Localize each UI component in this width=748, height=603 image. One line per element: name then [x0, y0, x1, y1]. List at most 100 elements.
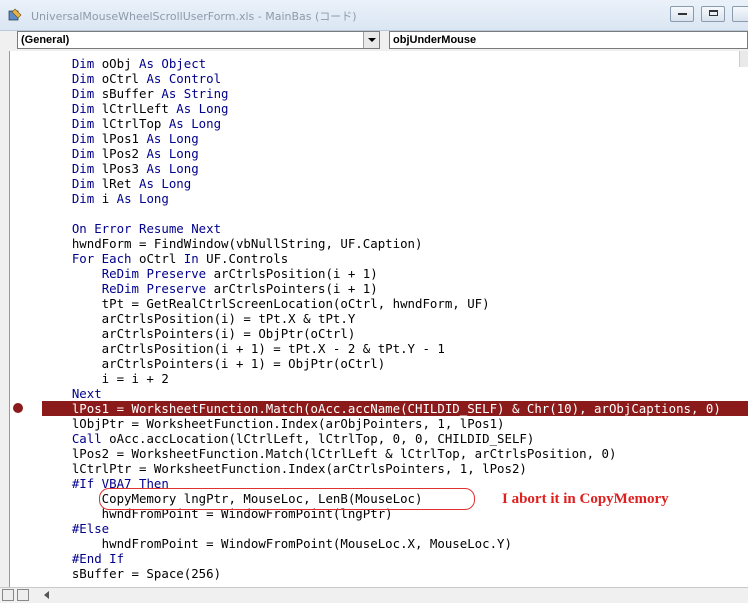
code-line[interactable]: lObjPtr = WorksheetFunction.Index(arObjP…	[42, 416, 505, 431]
scroll-left-icon[interactable]	[44, 591, 49, 599]
code-token: lPos3	[94, 161, 147, 176]
keyword-token: As Long	[146, 131, 199, 146]
code-token: lObjPtr = WorksheetFunction.Index(arObjP…	[42, 416, 505, 431]
code-line[interactable]: hwndFromPoint = WindowFromPoint(MouseLoc…	[42, 536, 512, 551]
code-line[interactable]: ReDim Preserve arCtrlsPosition(i + 1)	[42, 266, 378, 281]
chevron-down-icon[interactable]	[363, 32, 379, 48]
keyword-token: Dim	[71, 86, 95, 101]
object-combo-value: (General)	[21, 34, 70, 46]
keyword-token: As Long	[146, 161, 199, 176]
annotation-text: I abort it in CopyMemory	[502, 491, 669, 507]
code-token: lCtrlLeft	[94, 101, 177, 116]
bottom-bar	[0, 587, 748, 603]
procedure-view-button[interactable]	[2, 589, 14, 601]
minimize-icon	[678, 13, 687, 15]
code-line[interactable]: Dim lCtrlLeft As Long	[42, 101, 229, 116]
code-line[interactable]: Dim i As Long	[42, 191, 169, 206]
code-token: lCtrlTop	[94, 116, 169, 131]
code-token: lCtrlPtr = WorksheetFunction.Index(arCtr…	[42, 461, 527, 476]
keyword-token: Dim	[71, 101, 95, 116]
code-token: sBuffer	[94, 86, 162, 101]
code-line[interactable]: For Each oCtrl In UF.Controls	[42, 251, 288, 266]
code-line[interactable]: lPos1 = WorksheetFunction.Match(oAcc.acc…	[42, 401, 748, 416]
procedure-combo[interactable]: objUnderMouse	[389, 31, 748, 49]
vertical-scrollbar[interactable]	[739, 51, 748, 67]
code-line[interactable]: #Else	[42, 521, 109, 536]
code-line[interactable]: arCtrlsPointers(i + 1) = ObjPtr(oCtrl)	[42, 356, 385, 371]
code-line[interactable]: Dim oCtrl As Control	[42, 71, 221, 86]
code-token: UF.Controls	[198, 251, 289, 266]
keyword-token: As Long	[139, 176, 192, 191]
code-line[interactable]: tPt = GetRealCtrlScreenLocation(oCtrl, h…	[42, 296, 490, 311]
code-line[interactable]: i = i + 2	[42, 371, 169, 386]
maximize-icon	[709, 10, 718, 16]
close-button[interactable]	[732, 6, 748, 22]
code-line[interactable]: On Error Resume Next	[42, 221, 221, 236]
code-token: arCtrlsPosition(i + 1)	[206, 266, 378, 281]
minimize-button[interactable]	[670, 6, 694, 22]
code-token: i = i + 2	[42, 371, 169, 386]
code-line[interactable]: Dim lPos3 As Long	[42, 161, 199, 176]
code-line[interactable]: Dim lCtrlTop As Long	[42, 116, 221, 131]
code-token: lPos2	[94, 146, 147, 161]
keyword-token: Dim	[71, 191, 95, 206]
code-token: oCtrl	[131, 251, 184, 266]
full-module-view-button[interactable]	[17, 589, 29, 601]
keyword-token: As Long	[146, 146, 199, 161]
keyword-token: In	[183, 251, 199, 266]
breakpoint-icon[interactable]	[13, 403, 23, 413]
code-token: i	[94, 191, 117, 206]
keyword-token: Dim	[71, 56, 95, 71]
code-line[interactable]: lPos2 = WorksheetFunction.Match(lCtrlLef…	[42, 446, 617, 461]
window-title: UniversalMouseWheelScrollUserForm.xls - …	[31, 10, 357, 23]
code-token: oObj	[94, 56, 139, 71]
code-line[interactable]: sBuffer = Space(256)	[42, 566, 221, 581]
keyword-token: #End If	[71, 551, 125, 566]
code-token: sBuffer = Space(256)	[42, 566, 222, 581]
keyword-token: As Object	[139, 56, 207, 71]
annotation-highlight-box	[99, 488, 475, 510]
code-token: arCtrlsPointers(i + 1)	[206, 281, 378, 296]
keyword-token: Call	[71, 431, 102, 446]
procedure-combo-value: objUnderMouse	[393, 34, 477, 46]
keyword-token: Next	[71, 386, 102, 401]
keyword-token: Dim	[71, 71, 95, 86]
keyword-token: Dim	[71, 176, 95, 191]
code-line[interactable]: Dim lPos1 As Long	[42, 131, 199, 146]
vba-editor-icon	[8, 8, 22, 21]
code-line[interactable]: arCtrlsPosition(i + 1) = tPt.X - 2 & tPt…	[42, 341, 445, 356]
code-token: arCtrlsPointers(i + 1) = ObjPtr(oCtrl)	[42, 356, 386, 371]
code-line[interactable]: Dim oObj As Object	[42, 56, 206, 71]
code-line[interactable]: Dim lRet As Long	[42, 176, 191, 191]
keyword-token: ReDim Preserve	[101, 266, 207, 281]
code-token: hwndFromPoint = WindowFromPoint(MouseLoc…	[42, 536, 512, 551]
code-token: lPos1	[94, 131, 147, 146]
code-line[interactable]: Next	[42, 386, 102, 401]
keyword-token: For Each	[71, 251, 132, 266]
code-line[interactable]: ReDim Preserve arCtrlsPointers(i + 1)	[42, 281, 378, 296]
code-line[interactable]: Dim sBuffer As String	[42, 86, 229, 101]
code-line[interactable]: #End If	[42, 551, 124, 566]
code-line[interactable]: hwndForm = FindWindow(vbNullString, UF.C…	[42, 236, 423, 251]
maximize-button[interactable]	[701, 6, 725, 22]
code-token: lRet	[94, 176, 139, 191]
keyword-token: Dim	[71, 161, 95, 176]
code-token: oAcc.accLocation(lCtrlLeft, lCtrlTop, 0,…	[101, 431, 535, 446]
code-token: oCtrl	[94, 71, 147, 86]
code-token: arCtrlsPosition(i + 1) = tPt.X - 2 & tPt…	[42, 341, 445, 356]
code-line[interactable]: Call oAcc.accLocation(lCtrlLeft, lCtrlTo…	[42, 431, 535, 446]
code-line[interactable]: lCtrlPtr = WorksheetFunction.Index(arCtr…	[42, 461, 527, 476]
object-combo[interactable]: (General)	[17, 31, 380, 49]
code-line[interactable]: arCtrlsPointers(i) = ObjPtr(oCtrl)	[42, 326, 356, 341]
code-line[interactable]: arCtrlsPosition(i) = tPt.X & tPt.Y	[42, 311, 356, 326]
code-line[interactable]: Dim lPos2 As Long	[42, 146, 199, 161]
